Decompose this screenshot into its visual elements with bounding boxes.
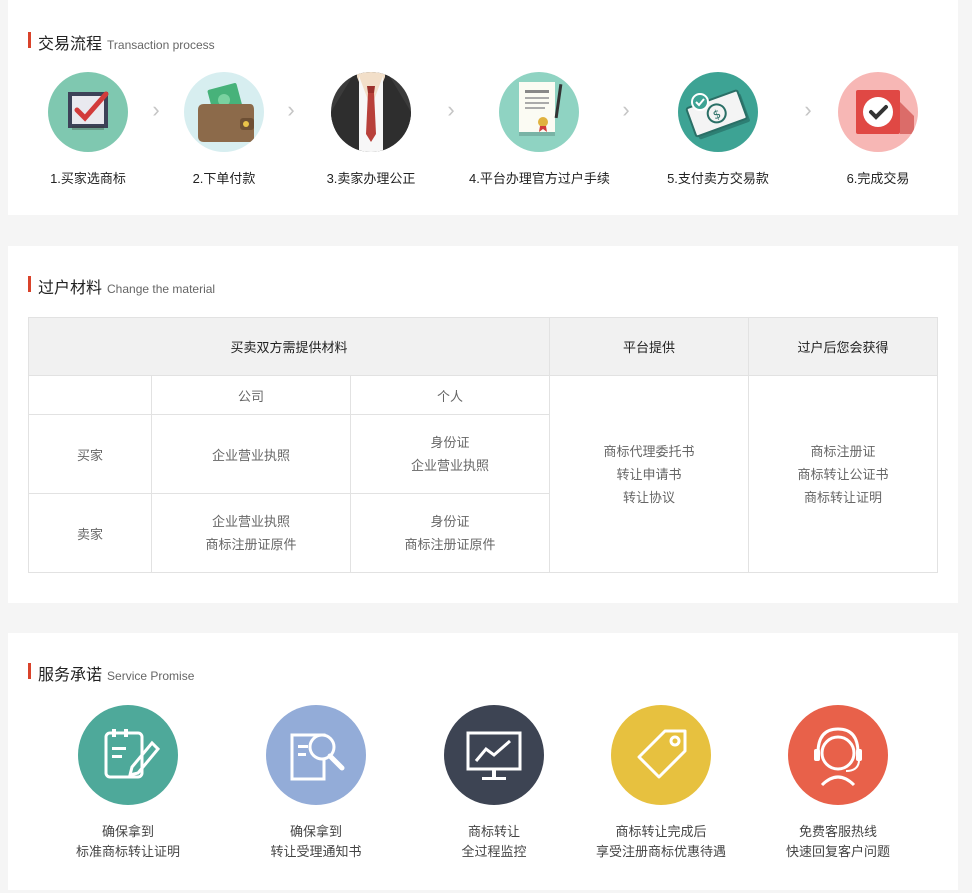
empty-cell — [28, 375, 152, 415]
checkbox-icon — [48, 72, 128, 152]
title-accent-bar — [28, 276, 31, 292]
service-item: 商标转让 全过程监控 — [399, 705, 589, 862]
party-seller: 卖家 — [28, 493, 152, 573]
step-label: 2.下单付款 — [192, 171, 256, 186]
section-title-cn: 交易流程 — [38, 36, 103, 53]
section-title-cn: 服务承诺 — [38, 667, 103, 684]
section-title-en: Change the material — [107, 282, 216, 296]
subheader-company: 公司 — [151, 375, 351, 415]
process-step: 4.平台办理官方过户手续 — [469, 72, 610, 187]
service-item: 商标转让完成后 享受注册商标优惠待遇 — [566, 705, 756, 862]
section-title: 服务承诺 Service Promise — [28, 661, 194, 685]
chevron-right-icon: › — [622, 97, 630, 122]
service-line1: 商标转让完成后 — [615, 824, 707, 839]
material-item: 企业营业执照 — [211, 514, 290, 529]
step-label: 5.支付卖方交易款 — [667, 171, 769, 186]
material-item: 商标注册证原件 — [205, 537, 297, 552]
subheader-personal: 个人 — [350, 375, 550, 415]
obtain-item: 商标转让证明 — [803, 489, 882, 505]
header-obtain: 过户后您会获得 — [748, 317, 938, 376]
process-step: 3.卖家办理公正 — [301, 72, 441, 187]
header-platform: 平台提供 — [549, 317, 749, 376]
chevron-right-icon: › — [447, 97, 455, 122]
process-step: 6.完成交易 — [808, 72, 948, 187]
step-label: 4.平台办理官方过户手续 — [469, 171, 610, 186]
service-line2: 标准商标转让证明 — [75, 844, 180, 859]
section-title-en: Transaction process — [107, 38, 215, 52]
service-item: 免费客服热线 快速回复客户问题 — [743, 705, 933, 862]
money-icon: $ — [678, 72, 758, 152]
service-line1: 确保拿到 — [101, 824, 154, 839]
section-title-cn: 过户材料 — [38, 280, 103, 297]
service-item: 确保拿到 转让受理通知书 — [221, 705, 411, 862]
platform-item: 商标代理委托书 — [603, 443, 695, 459]
done-check-icon — [838, 72, 918, 152]
service-line1: 商标转让 — [467, 824, 520, 839]
process-step: 1.买家选商标 — [18, 72, 158, 187]
material-item: 企业营业执照 — [410, 458, 489, 473]
platform-item: 转让协议 — [622, 489, 675, 505]
service-item: 确保拿到 标准商标转让证明 — [33, 705, 223, 862]
service-line2: 转让受理通知书 — [270, 844, 362, 859]
seller-personal-cell: 身份证 商标注册证原件 — [350, 493, 550, 573]
material-item: 身份证 — [430, 435, 470, 450]
service-line2: 享受注册商标优惠待遇 — [595, 844, 726, 859]
obtain-cell: 商标注册证 商标转让公证书 商标转让证明 — [748, 375, 938, 573]
service-line2: 全过程监控 — [461, 844, 527, 859]
step-label: 6.完成交易 — [846, 171, 910, 186]
section-title: 过户材料 Change the material — [28, 274, 215, 298]
suit-icon — [331, 72, 411, 152]
step-label: 3.卖家办理公正 — [326, 171, 416, 186]
materials-panel: 过户材料 Change the material 买卖双方需提供材料 平台提供 … — [8, 246, 958, 603]
chevron-right-icon: › — [287, 97, 295, 122]
platform-item: 转让申请书 — [616, 466, 682, 482]
headset-agent-icon — [788, 705, 888, 805]
transaction-process-panel: 交易流程 Transaction process 1.买家选商标 › 2.下单付… — [8, 0, 958, 215]
service-promise-panel: 服务承诺 Service Promise 确保拿到 标准商标转让证明 确保拿到 … — [8, 633, 958, 890]
seller-company-cell: 企业营业执照 商标注册证原件 — [151, 493, 351, 573]
step-label: 1.买家选商标 — [50, 171, 126, 186]
header-both-parties: 买卖双方需提供材料 — [28, 317, 550, 376]
certificate-icon — [499, 72, 579, 152]
section-title-en: Service Promise — [107, 669, 195, 683]
buyer-personal-cell: 身份证 企业营业执照 — [350, 414, 550, 494]
document-search-icon — [266, 705, 366, 805]
monitor-chart-icon — [444, 705, 544, 805]
process-step: $ 5.支付卖方交易款 — [648, 72, 788, 187]
obtain-item: 商标转让公证书 — [797, 466, 889, 482]
buyer-company-cell: 企业营业执照 — [151, 414, 351, 494]
platform-provides-cell: 商标代理委托书 转让申请书 转让协议 — [549, 375, 749, 573]
process-step: 2.下单付款 — [154, 72, 294, 187]
service-line2: 快速回复客户问题 — [785, 844, 890, 859]
material-item: 身份证 — [430, 514, 470, 529]
party-buyer: 买家 — [28, 414, 152, 494]
service-line1: 免费客服热线 — [798, 824, 877, 839]
title-accent-bar — [28, 663, 31, 679]
material-item: 商标注册证原件 — [404, 537, 496, 552]
obtain-item: 商标注册证 — [810, 443, 876, 459]
materials-table: 买卖双方需提供材料 平台提供 过户后您会获得 公司 个人 商标代理委托书 转让申… — [28, 317, 938, 573]
notepad-pen-icon — [78, 705, 178, 805]
section-title: 交易流程 Transaction process — [28, 30, 215, 54]
service-line1: 确保拿到 — [289, 824, 342, 839]
title-accent-bar — [28, 32, 31, 48]
wallet-icon — [184, 72, 264, 152]
price-tag-icon — [611, 705, 711, 805]
